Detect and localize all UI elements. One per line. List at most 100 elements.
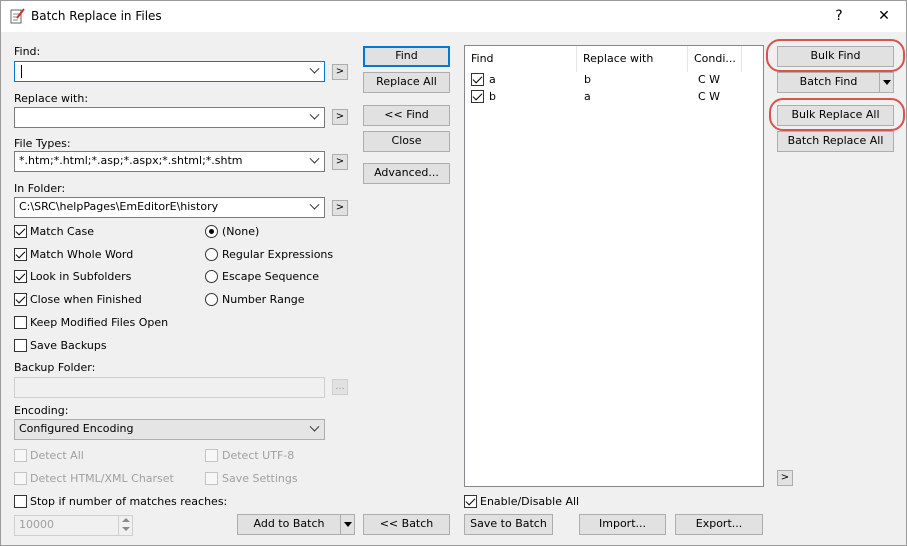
keep-modified-open-checkbox[interactable] bbox=[14, 316, 27, 329]
help-button[interactable]: ? bbox=[825, 6, 853, 26]
encoding-value: Configured Encoding bbox=[19, 422, 134, 435]
replace-all-button[interactable]: Replace All bbox=[363, 72, 450, 93]
detect-html-checkbox[interactable] bbox=[14, 472, 27, 485]
match-case-label: Match Case bbox=[30, 225, 94, 238]
enable-disable-all-label: Enable/Disable All bbox=[480, 495, 580, 508]
mode-escape-label: Escape Sequence bbox=[222, 270, 319, 283]
save-to-batch-button[interactable]: Save to Batch bbox=[464, 514, 553, 535]
table-row[interactable]: b a C W bbox=[465, 89, 763, 106]
in-folder-label: In Folder: bbox=[14, 182, 66, 195]
column-header-replace[interactable]: Replace with bbox=[577, 46, 688, 72]
in-folder-more-button[interactable]: > bbox=[332, 200, 348, 216]
mode-none-label: (None) bbox=[222, 225, 260, 238]
save-backups-checkbox[interactable] bbox=[14, 339, 27, 352]
find-label: Find: bbox=[14, 45, 41, 58]
file-types-label: File Types: bbox=[14, 137, 71, 150]
save-settings-checkbox[interactable] bbox=[205, 472, 218, 485]
chevron-down-icon[interactable] bbox=[309, 199, 320, 210]
back-find-button[interactable]: << Find bbox=[363, 105, 450, 126]
detect-all-checkbox[interactable] bbox=[14, 449, 27, 462]
detect-utf8-checkbox[interactable] bbox=[205, 449, 218, 462]
chevron-down-icon[interactable] bbox=[309, 109, 320, 120]
row-find-cell: b bbox=[489, 90, 496, 103]
mode-number-range-label: Number Range bbox=[222, 293, 305, 306]
highlight-ring bbox=[766, 39, 905, 72]
close-window-button[interactable]: ✕ bbox=[870, 6, 898, 26]
save-backups-label: Save Backups bbox=[30, 339, 107, 352]
detect-all-label: Detect All bbox=[30, 449, 84, 462]
row-find-cell: a bbox=[489, 73, 496, 86]
row-condition-cell: C W bbox=[698, 73, 721, 86]
keep-modified-open-label: Keep Modified Files Open bbox=[30, 316, 169, 329]
close-when-finished-label: Close when Finished bbox=[30, 293, 142, 306]
enable-disable-all-checkbox[interactable] bbox=[464, 495, 477, 508]
match-whole-word-checkbox[interactable] bbox=[14, 248, 27, 261]
chevron-down-icon[interactable] bbox=[309, 63, 320, 74]
row-condition-cell: C W bbox=[698, 90, 721, 103]
file-types-more-button[interactable]: > bbox=[332, 154, 348, 170]
in-folder-input[interactable]: C:\SRC\helpPages\EmEditorE\history bbox=[14, 197, 325, 218]
mode-escape-radio[interactable] bbox=[205, 270, 218, 283]
find-input[interactable] bbox=[14, 61, 325, 82]
in-folder-value: C:\SRC\helpPages\EmEditorE\history bbox=[19, 200, 219, 213]
replace-input[interactable] bbox=[14, 107, 325, 128]
notepad-pencil-icon bbox=[10, 8, 25, 24]
stop-if-count-value: 10000 bbox=[19, 518, 54, 531]
window-title: Batch Replace in Files bbox=[31, 9, 162, 23]
mode-regex-label: Regular Expressions bbox=[222, 248, 334, 261]
title-bar: Batch Replace in Files ? ✕ bbox=[1, 1, 906, 32]
look-in-subfolders-label: Look in Subfolders bbox=[30, 270, 132, 283]
row-replace-cell: a bbox=[584, 90, 591, 103]
dropdown-arrow-icon[interactable] bbox=[879, 73, 893, 92]
stop-if-checkbox[interactable] bbox=[14, 495, 27, 508]
mode-number-range-radio[interactable] bbox=[205, 293, 218, 306]
column-header-condition[interactable]: Condi... bbox=[688, 46, 742, 72]
row-enabled-checkbox[interactable] bbox=[471, 73, 484, 86]
backup-folder-browse-button[interactable]: ... bbox=[332, 379, 348, 395]
close-button[interactable]: Close bbox=[363, 131, 450, 152]
export-button[interactable]: Export... bbox=[675, 514, 763, 535]
chevron-down-icon[interactable] bbox=[309, 153, 320, 164]
dropdown-arrow-icon[interactable] bbox=[340, 515, 354, 534]
add-to-batch-button[interactable]: Add to Batch bbox=[237, 514, 355, 535]
stop-if-count-input[interactable]: 10000 bbox=[14, 515, 133, 536]
mode-regex-radio[interactable] bbox=[205, 248, 218, 261]
encoding-select[interactable]: Configured Encoding bbox=[14, 419, 325, 440]
batch-replace-dialog: Batch Replace in Files ? ✕ Find: > Repla… bbox=[0, 0, 907, 546]
match-whole-word-label: Match Whole Word bbox=[30, 248, 134, 261]
batch-replace-all-button[interactable]: Batch Replace All bbox=[777, 131, 894, 152]
look-in-subfolders-checkbox[interactable] bbox=[14, 270, 27, 283]
import-button[interactable]: Import... bbox=[579, 514, 666, 535]
find-button[interactable]: Find bbox=[363, 46, 450, 67]
advanced-button[interactable]: Advanced... bbox=[363, 163, 450, 184]
encoding-label: Encoding: bbox=[14, 404, 69, 417]
add-to-batch-label: Add to Batch bbox=[253, 517, 325, 530]
batch-find-label: Batch Find bbox=[799, 75, 858, 88]
batch-find-button[interactable]: Batch Find bbox=[777, 72, 894, 93]
backup-folder-label: Backup Folder: bbox=[14, 361, 96, 374]
expand-button[interactable]: > bbox=[777, 470, 793, 486]
file-types-input[interactable]: *.htm;*.html;*.asp;*.aspx;*.shtml;*.shtm bbox=[14, 151, 325, 172]
backup-folder-input[interactable] bbox=[14, 377, 325, 398]
table-row[interactable]: a b C W bbox=[465, 72, 763, 89]
highlight-ring bbox=[769, 98, 905, 131]
match-case-checkbox[interactable] bbox=[14, 225, 27, 238]
close-when-finished-checkbox[interactable] bbox=[14, 293, 27, 306]
row-enabled-checkbox[interactable] bbox=[471, 90, 484, 103]
replace-label: Replace with: bbox=[14, 92, 89, 105]
file-types-value: *.htm;*.html;*.asp;*.aspx;*.shtml;*.shtm bbox=[19, 154, 243, 167]
mode-none-radio[interactable] bbox=[205, 225, 218, 238]
find-more-button[interactable]: > bbox=[332, 64, 348, 80]
row-replace-cell: b bbox=[584, 73, 591, 86]
column-header-find[interactable]: Find bbox=[465, 46, 577, 72]
batch-list-header: Find Replace with Condi... bbox=[465, 46, 763, 72]
batch-list[interactable]: Find Replace with Condi... a b C W b a C… bbox=[464, 45, 764, 487]
stop-if-label: Stop if number of matches reaches: bbox=[30, 495, 228, 508]
back-batch-button[interactable]: << Batch bbox=[363, 514, 450, 535]
spin-arrows-icon[interactable] bbox=[118, 516, 132, 535]
replace-more-button[interactable]: > bbox=[332, 109, 348, 125]
detect-utf8-label: Detect UTF-8 bbox=[222, 449, 295, 462]
detect-html-label: Detect HTML/XML Charset bbox=[30, 472, 174, 485]
chevron-down-icon[interactable] bbox=[309, 421, 320, 432]
text-caret bbox=[21, 65, 22, 78]
